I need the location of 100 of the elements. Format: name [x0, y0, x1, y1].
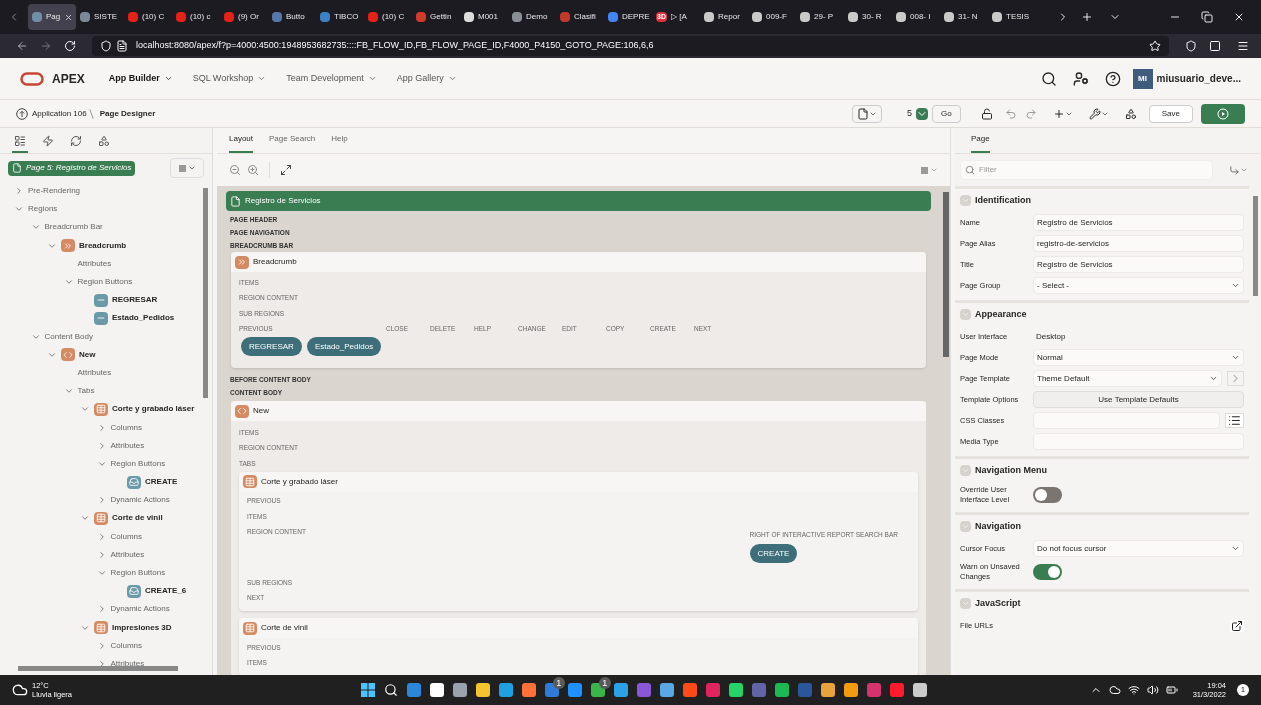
new-tab-icon[interactable]	[1081, 11, 1093, 23]
tree-item[interactable]: Attributes	[110, 439, 145, 452]
select-field[interactable]: - Select -	[1033, 277, 1244, 294]
tree-item[interactable]: Pre-Rendering	[28, 185, 81, 198]
collapse-toggle[interactable]	[960, 465, 971, 476]
tree-item[interactable]: Tabs	[77, 385, 95, 398]
view-menu-button[interactable]	[170, 158, 204, 178]
open-editor-icon[interactable]	[1230, 619, 1244, 632]
app-icon[interactable]	[774, 683, 789, 697]
tree-item[interactable]: Breadcrumb	[79, 239, 127, 252]
tree-item[interactable]: Dynamic Actions	[110, 494, 170, 507]
page-down-icon[interactable]	[916, 107, 929, 120]
scrollbar[interactable]	[18, 666, 178, 671]
menu-icon[interactable]	[1237, 40, 1249, 52]
app-icon[interactable]	[659, 683, 674, 697]
page-label-text[interactable]: Page 5: Registro de Servicios	[26, 162, 132, 174]
save-button[interactable]: Save	[1148, 104, 1193, 123]
tree-item[interactable]: New	[79, 348, 96, 361]
volume-icon[interactable]	[1146, 684, 1159, 696]
collapse-toggle[interactable]	[960, 309, 971, 320]
page-menu-button[interactable]	[852, 104, 883, 123]
tree-item[interactable]: Region Buttons	[110, 457, 166, 470]
tree-item[interactable]: Attributes	[110, 548, 145, 561]
browser-tab[interactable]: TESIS	[988, 4, 1036, 30]
browser-tab[interactable]: Butto	[268, 4, 316, 30]
browser-tab[interactable]: SISTE	[76, 4, 124, 30]
panel-tab[interactable]: Page	[971, 133, 990, 153]
panel-tab[interactable]: Help	[331, 133, 348, 153]
region-header[interactable]: New	[231, 401, 926, 421]
list-picker-icon[interactable]	[1225, 413, 1244, 428]
browser-tab[interactable]: (9) Or	[220, 4, 268, 30]
text-field[interactable]: Registro de Servicios	[1033, 256, 1244, 273]
tree-item[interactable]: CREATE	[145, 476, 178, 489]
select-field[interactable]: Theme Default	[1033, 370, 1222, 387]
browser-tab[interactable]: Clasifi	[556, 4, 604, 30]
text-field[interactable]: registro-de-servicios	[1033, 235, 1244, 252]
tree-item[interactable]: Breadcrumb Bar	[44, 221, 103, 234]
tree-item[interactable]: Region Buttons	[110, 567, 166, 580]
up-arrow-icon[interactable]	[16, 107, 28, 120]
caret-icon[interactable]	[1240, 166, 1248, 174]
app-icon[interactable]	[498, 683, 513, 697]
undo-icon[interactable]	[1004, 107, 1017, 120]
redo-icon[interactable]	[1024, 107, 1037, 120]
tree-item[interactable]: Attributes	[110, 657, 145, 670]
caret-icon[interactable]	[187, 164, 196, 172]
restore-icon[interactable]	[1201, 11, 1213, 23]
browser-tab[interactable]: M001	[460, 4, 508, 30]
select-field[interactable]: Normal	[1033, 349, 1244, 366]
browser-tab[interactable]: 30- R	[844, 4, 892, 30]
expand-icon[interactable]	[280, 164, 292, 176]
region-button[interactable]: REGRESAR	[241, 337, 302, 356]
caret-icon[interactable]	[163, 74, 173, 83]
tree-item[interactable]: Impresiones 3D	[112, 621, 172, 634]
extension-icon[interactable]	[1209, 40, 1221, 52]
back-icon[interactable]	[16, 40, 28, 52]
page-number-field[interactable]: 5	[890, 106, 913, 121]
bookmark-star-icon[interactable]	[1149, 40, 1161, 52]
square-icon[interactable]	[178, 164, 186, 172]
tree-item[interactable]: Corte y grabado láser	[112, 403, 195, 416]
region-header[interactable]: Corte y grabado láser	[239, 471, 918, 492]
tree-item[interactable]: REGRESAR	[112, 294, 158, 307]
region-button[interactable]: Estado_Pedidos	[306, 337, 382, 356]
cloud-icon[interactable]	[1108, 684, 1121, 696]
close-icon[interactable]	[1233, 11, 1245, 23]
shared-components-icon[interactable]	[1124, 107, 1137, 120]
app-icon[interactable]	[452, 683, 467, 697]
breadcrumb-link[interactable]: Application 106	[32, 107, 87, 120]
page-icon[interactable]	[857, 107, 870, 120]
breadcrumb-link[interactable]: Page Designer	[99, 107, 156, 120]
nav-menu[interactable]: App Gallery	[396, 71, 457, 86]
template-options-button[interactable]: Use Template Defaults	[1033, 391, 1244, 408]
page-label[interactable]: Page 5: Registro de Servicios	[8, 160, 136, 176]
app-icon[interactable]	[475, 683, 490, 697]
app-icon[interactable]	[429, 683, 444, 697]
nav-menu[interactable]: App Builder	[108, 71, 173, 86]
rendering-tab[interactable]	[12, 135, 28, 153]
page-title-bar[interactable]: Registro de Servicios	[226, 191, 931, 211]
address-bar[interactable]: localhost:8080/apex/f?p=4000:4500:1948953682735::::FB_FLOW_ID,FB_FLOW_PAGE_ID,F4000_P4150_GOTO_PAGE:106,6,6	[92, 36, 1169, 56]
turn-arrow-icon[interactable]	[1229, 164, 1240, 176]
app-icon[interactable]	[912, 683, 927, 697]
app-icon[interactable]	[843, 683, 858, 697]
search-icon[interactable]	[1040, 70, 1057, 87]
tree-item[interactable]: Attributes	[77, 257, 112, 270]
caret-icon[interactable]	[257, 74, 267, 83]
scrollbar[interactable]	[943, 192, 949, 357]
tree-item[interactable]: Dynamic Actions	[110, 603, 170, 616]
plus-icon[interactable]	[1052, 107, 1065, 120]
browser-tab[interactable]: 31- N	[940, 4, 988, 30]
caret-icon[interactable]	[1231, 353, 1240, 362]
browser-tab[interactable]: 008- I	[892, 4, 940, 30]
display-menu-button[interactable]	[921, 166, 938, 174]
zoom-in-icon[interactable]	[247, 164, 259, 176]
tree-item[interactable]: Corte de vinil	[112, 512, 163, 525]
wifi-icon[interactable]	[1127, 684, 1140, 696]
panel-tab[interactable]: Page Search	[269, 133, 316, 153]
caret-icon[interactable]	[1231, 544, 1240, 553]
browser-tab[interactable]: Pag	[28, 4, 76, 30]
unlock-icon[interactable]	[980, 107, 993, 120]
tree-item[interactable]: CREATE_6	[145, 585, 187, 598]
help-icon[interactable]	[1104, 70, 1121, 87]
